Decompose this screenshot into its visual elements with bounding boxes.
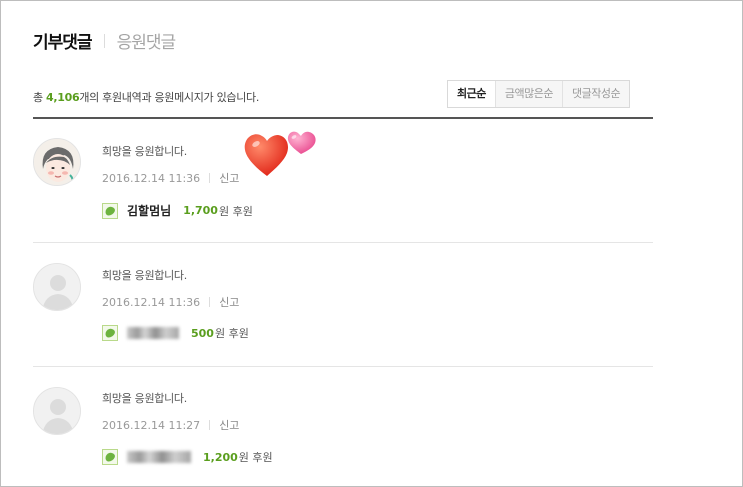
report-link[interactable]: 신고: [219, 170, 239, 186]
donation-amount: 1,200: [203, 450, 238, 464]
comment-message: 희망을 응원합니다.: [102, 269, 187, 282]
donation-amount: 1,700: [183, 204, 218, 217]
user-silhouette-icon: [34, 264, 80, 310]
donor-info: 500 원 후원: [102, 325, 249, 341]
sort-recent-button[interactable]: 최근순: [448, 81, 495, 107]
donor-info: 김할멈님 1,700 원 후원: [102, 202, 253, 219]
meta-divider: [209, 420, 211, 430]
tab-donation-comments[interactable]: 기부댓글: [33, 28, 93, 53]
comment-meta: 2016.12.14 11:36 신고: [102, 294, 239, 310]
comment-item: 희망을 응원합니다. 2016.12.14 11:36 신고 500 원 후원: [33, 243, 653, 367]
comment-item: 희망을 응원합니다. 2016.12.14 11:27 신고 1,200 원 후원: [33, 367, 653, 487]
hearts-icon: [244, 131, 316, 176]
default-avatar: [33, 263, 81, 311]
grandma-face-icon: [34, 139, 80, 185]
report-link[interactable]: 신고: [219, 417, 239, 433]
sort-amount-button[interactable]: 금액많은순: [494, 81, 562, 107]
leaf-icon: [102, 325, 118, 341]
summary-suffix: 개의 후원내역과 응원메시지가 있습니다.: [79, 91, 260, 104]
summary-count: 4,106: [46, 91, 80, 104]
donor-name: 김할멈님: [127, 204, 172, 218]
comment-date: 2016.12.14 11:36: [102, 171, 201, 185]
report-link[interactable]: 신고: [219, 294, 239, 310]
summary-prefix: 총: [33, 91, 47, 104]
leaf-icon: [102, 202, 118, 219]
meta-divider: [209, 173, 211, 183]
summary-text: 총 4,106개의 후원내역과 응원메시지가 있습니다.: [33, 89, 259, 105]
user-silhouette-icon: [34, 388, 80, 434]
comment-meta: 2016.12.14 11:36 신고: [102, 170, 239, 186]
donation-unit: 원 후원: [238, 451, 273, 464]
grandma-avatar: [33, 138, 81, 186]
meta-divider: [209, 297, 211, 307]
tab-divider: [103, 33, 105, 48]
default-avatar: [33, 387, 81, 435]
donor-info: 1,200 원 후원: [102, 449, 273, 465]
comment-message: 희망을 응원합니다.: [102, 145, 187, 158]
donation-unit: 원 후원: [218, 204, 253, 218]
sort-comments-button[interactable]: 댓글작성순: [561, 81, 630, 107]
comment-message: 희망을 응원합니다.: [102, 392, 187, 405]
comment-item: 희망을 응원합니다. 2016.12.14 11:36 신고 김할멈님 1,70…: [33, 119, 653, 243]
sort-options: 최근순 금액많은순 댓글작성순: [447, 80, 631, 108]
comment-date: 2016.12.14 11:27: [102, 418, 201, 432]
donation-unit: 원 후원: [214, 327, 249, 340]
comment-tabs: 기부댓글 응원댓글: [33, 28, 177, 53]
comment-date: 2016.12.14 11:36: [102, 295, 201, 309]
donation-amount: 500: [191, 326, 214, 340]
donor-name-blurred: [127, 451, 191, 463]
comment-meta: 2016.12.14 11:27 신고: [102, 417, 239, 433]
leaf-icon: [102, 449, 118, 465]
donor-name-blurred: [127, 327, 179, 339]
tab-cheer-comments[interactable]: 응원댓글: [117, 28, 177, 53]
